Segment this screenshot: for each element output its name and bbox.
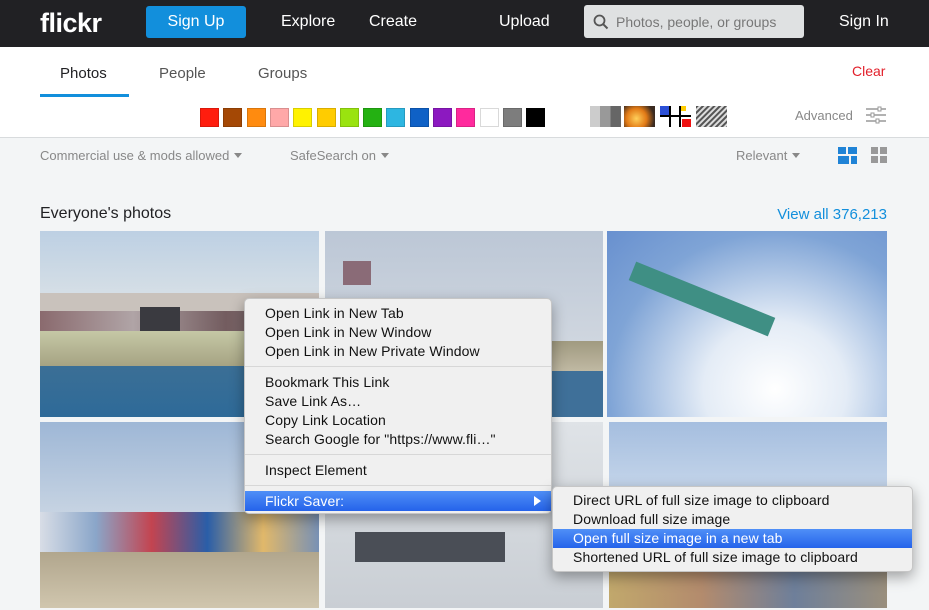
grid-view-icon[interactable]: [871, 147, 887, 163]
submenu-item-open-new-tab[interactable]: Open full size image in a new tab: [553, 529, 912, 548]
submenu-arrow-icon: [534, 496, 541, 506]
menu-item-open-private-window[interactable]: Open Link in New Private Window: [245, 342, 551, 361]
explore-link[interactable]: Explore: [281, 13, 335, 31]
flickr-logo[interactable]: flickr: [40, 8, 102, 39]
photo-aircraft: [355, 532, 505, 562]
menu-item-bookmark-link[interactable]: Bookmark This Link: [245, 373, 551, 392]
menu-item-flickr-saver[interactable]: Flickr Saver:: [245, 491, 551, 511]
chevron-down-icon: [792, 153, 801, 158]
color-swatch[interactable]: [386, 108, 406, 127]
style-black-and-white[interactable]: [590, 106, 621, 127]
color-swatch[interactable]: [269, 108, 289, 127]
color-swatch[interactable]: [339, 108, 359, 127]
color-swatch[interactable]: [526, 108, 546, 127]
color-swatch[interactable]: [456, 108, 476, 127]
license-filter-label: Commercial use & mods allowed: [40, 148, 230, 163]
menu-item-inspect-element[interactable]: Inspect Element: [245, 461, 551, 480]
license-filter[interactable]: Commercial use & mods allowed: [40, 148, 243, 163]
menu-item-open-new-tab[interactable]: Open Link in New Tab: [245, 304, 551, 323]
tab-photos[interactable]: Photos: [60, 65, 107, 82]
color-swatch[interactable]: [246, 108, 266, 127]
photo-aircraft: [40, 512, 319, 552]
sort-filter[interactable]: Relevant: [736, 148, 801, 163]
color-swatch[interactable]: [316, 108, 336, 127]
sign-up-button[interactable]: Sign Up: [146, 6, 246, 38]
chevron-down-icon: [381, 153, 390, 158]
search-input[interactable]: [616, 13, 796, 30]
upload-link[interactable]: Upload: [499, 13, 550, 31]
tab-people[interactable]: People: [159, 65, 206, 82]
menu-item-copy-link-location[interactable]: Copy Link Location: [245, 411, 551, 430]
section-title: Everyone's photos: [40, 205, 172, 222]
color-swatch[interactable]: [409, 108, 429, 127]
flickr-saver-label: Flickr Saver:: [265, 493, 345, 509]
menu-separator: [245, 454, 551, 455]
active-tab-indicator: [40, 94, 129, 97]
sliders-icon[interactable]: [866, 106, 886, 124]
safesearch-filter-label: SafeSearch on: [290, 148, 377, 163]
photo-aircraft: [343, 261, 371, 285]
menu-separator: [245, 366, 551, 367]
safesearch-filter[interactable]: SafeSearch on: [290, 148, 390, 163]
menu-item-open-new-window[interactable]: Open Link in New Window: [245, 323, 551, 342]
photo-ground: [609, 572, 887, 608]
color-swatch[interactable]: [223, 108, 243, 127]
sign-in-link[interactable]: Sign In: [839, 13, 889, 31]
menu-item-search-google[interactable]: Search Google for "https://www.fli…": [245, 430, 551, 449]
create-link[interactable]: Create: [369, 13, 417, 31]
style-minimalist[interactable]: [660, 106, 691, 127]
context-menu: Open Link in New Tab Open Link in New Wi…: [244, 298, 552, 514]
menu-item-save-link-as[interactable]: Save Link As…: [245, 392, 551, 411]
photo-tile[interactable]: [607, 231, 887, 417]
photo-sky: [40, 231, 319, 301]
submenu-item-download[interactable]: Download full size image: [553, 510, 912, 529]
chevron-down-icon: [234, 153, 243, 158]
submenu-item-shortened-url[interactable]: Shortened URL of full size image to clip…: [553, 548, 912, 567]
color-swatch[interactable]: [200, 108, 219, 127]
search-box[interactable]: [584, 5, 804, 38]
color-swatch[interactable]: [293, 108, 313, 127]
search-icon: [593, 14, 609, 29]
style-shallow-depth[interactable]: [624, 106, 655, 127]
view-all-link[interactable]: View all 376,213: [777, 206, 887, 223]
submenu-item-direct-url[interactable]: Direct URL of full size image to clipboa…: [553, 491, 912, 510]
color-swatch[interactable]: [363, 108, 383, 127]
color-swatch[interactable]: [433, 108, 452, 127]
color-swatch[interactable]: [502, 108, 522, 127]
flickr-saver-submenu: Direct URL of full size image to clipboa…: [552, 486, 913, 572]
advanced-link[interactable]: Advanced: [795, 108, 853, 123]
menu-separator: [245, 485, 551, 486]
photo-ground: [40, 552, 319, 608]
color-swatch[interactable]: [479, 108, 499, 127]
style-patterns[interactable]: [696, 106, 727, 127]
tab-groups[interactable]: Groups: [258, 65, 307, 82]
top-nav: flickr Sign Up Explore Create Upload Sig…: [0, 0, 929, 47]
justified-view-icon[interactable]: [838, 147, 857, 164]
clear-button[interactable]: Clear: [852, 63, 885, 79]
sort-filter-label: Relevant: [736, 148, 788, 163]
search-tabs-bar: Photos People Groups Clear Advanced: [0, 47, 929, 138]
